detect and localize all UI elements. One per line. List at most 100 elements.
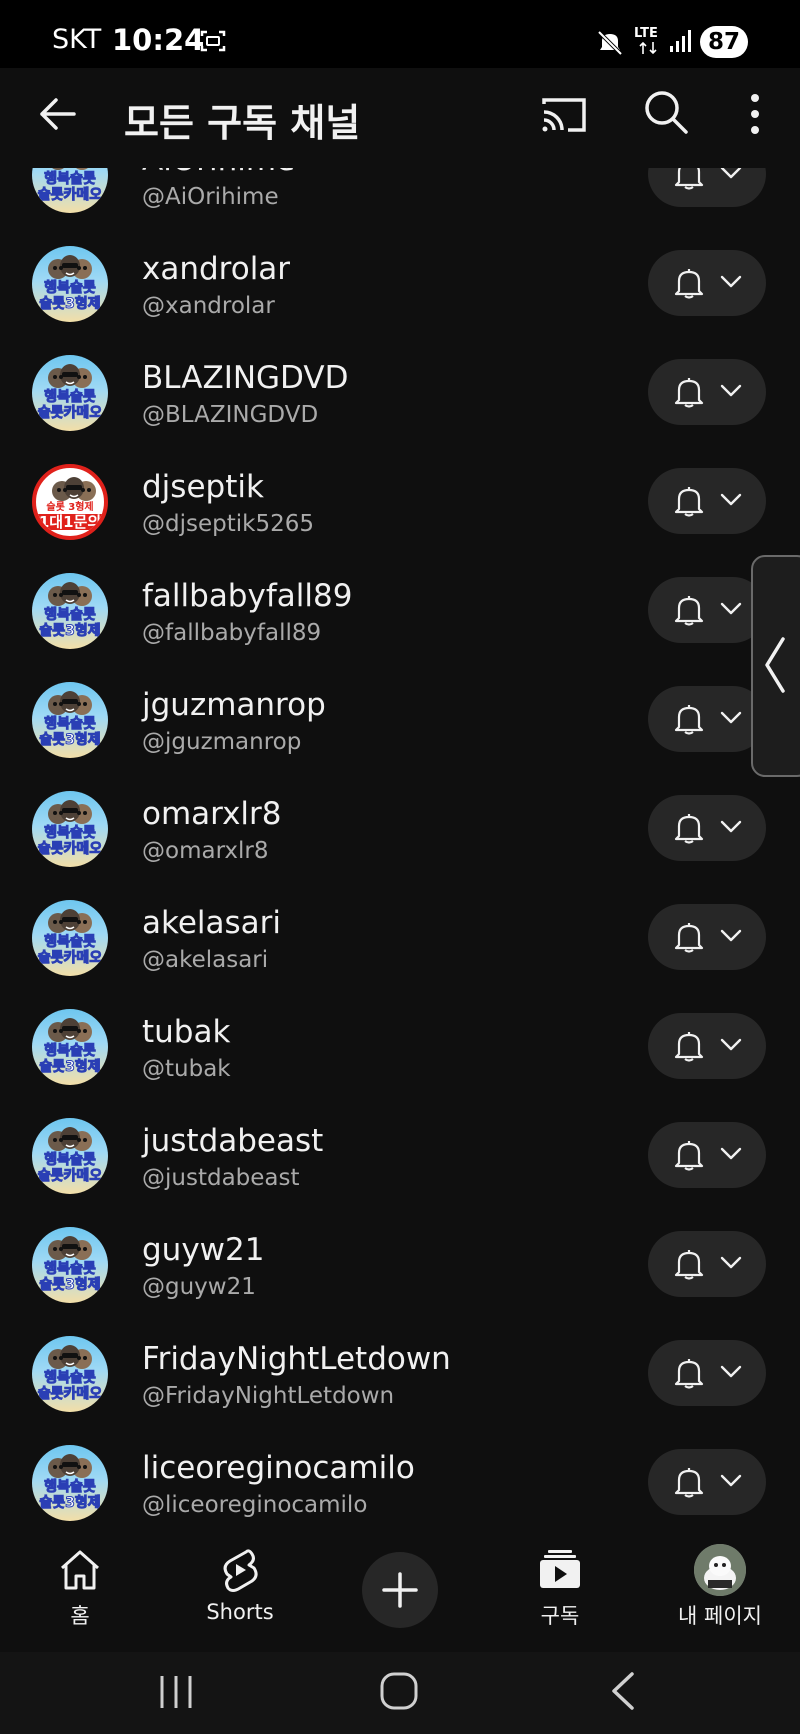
notification-settings-button[interactable] [648,1231,766,1297]
bell-icon [674,1141,704,1171]
back-arrow-icon[interactable] [34,90,82,138]
channel-avatar[interactable]: 행복슬롯 슬롯카메오 [32,355,108,431]
channel-name[interactable]: omarxlr8 [142,796,282,832]
home-button-icon[interactable] [378,1670,420,1712]
chevron-down-icon [720,929,742,942]
chevron-down-icon [720,275,742,288]
notification-settings-button[interactable] [648,1122,766,1188]
notification-settings-button[interactable] [648,250,766,316]
channel-row[interactable]: 행복슬롯 슬롯카메오 justdabeast @justdabeast [0,1101,800,1210]
channel-avatar[interactable]: 행복슬롯 슬롯카메오 [32,1118,108,1194]
avatar-text-top: 행복슬롯 [44,1043,97,1060]
mute-icon [597,30,623,56]
channel-handle: @akelasari [142,947,269,973]
bell-icon [674,1032,704,1062]
chevron-down-icon [720,711,742,724]
channel-avatar[interactable]: 행복슬롯 슬롯3형제 [32,1009,108,1085]
avatar-text-bottom: 슬롯카메오 [37,405,103,422]
avatar-text-bottom: 슬롯3형제 [39,1495,101,1512]
channel-row[interactable]: 행복슬롯 슬롯3형제 jguzmanrop @jguzmanrop [0,665,800,774]
channel-handle: @omarxlr8 [142,838,269,864]
channel-avatar[interactable]: 슬롯 3형제 1대1문의 [32,464,108,540]
chevron-down-icon [720,602,742,615]
channel-name[interactable]: akelasari [142,905,281,941]
chevron-down-icon [720,493,742,506]
avatar-characters-icon [48,800,92,824]
notification-settings-button[interactable] [648,577,766,643]
channel-name[interactable]: BLAZINGDVD [142,360,348,396]
avatar-text-top: 행복슬롯 [44,934,97,951]
channel-row[interactable]: 행복슬롯 슬롯카메오 BLAZINGDVD @BLAZINGDVD [0,338,800,447]
channel-avatar[interactable]: 행복슬롯 슬롯3형제 [32,682,108,758]
data-arrows-icon [639,41,657,55]
subscriptions-icon [540,1550,580,1588]
notification-settings-button[interactable] [648,1449,766,1515]
channel-row[interactable]: 행복슬롯 슬롯3형제 xandrolar @xandrolar [0,229,800,338]
channel-avatar[interactable]: 행복슬롯 슬롯3형제 [32,1227,108,1303]
nav-shorts[interactable]: Shorts [160,1534,320,1652]
channel-row[interactable]: 행복슬롯 슬롯3형제 fallbabyfall89 @fallbabyfall8… [0,556,800,665]
notification-settings-button[interactable] [648,1340,766,1406]
channel-name[interactable]: xandrolar [142,251,290,287]
channel-name[interactable]: fallbabyfall89 [142,578,352,614]
home-icon [61,1550,99,1590]
channel-avatar[interactable]: 행복슬롯 슬롯카메오 [32,791,108,867]
channel-handle: @AiOrihime [142,184,279,210]
channel-name[interactable]: jguzmanrop [142,687,326,723]
channel-row[interactable]: 행복슬롯 슬롯카메오 AiOrihime @AiOrihime [0,168,800,229]
nav-subscriptions[interactable]: 구독 [480,1534,640,1652]
bell-icon [674,487,704,517]
channel-avatar[interactable]: 행복슬롯 슬롯3형제 [32,1445,108,1521]
notification-settings-button[interactable] [648,168,766,207]
edge-panel-handle[interactable] [751,555,800,777]
channel-handle: @justdabeast [142,1165,300,1191]
nav-home[interactable]: 홈 [0,1534,160,1652]
avatar-text-bottom: 슬롯카메오 [37,1386,103,1403]
lte-indicator: LTE [634,26,662,56]
screenshot-icon [200,30,226,52]
channel-name[interactable]: guyw21 [142,1232,264,1268]
channel-name[interactable]: justdabeast [142,1123,323,1159]
channel-name[interactable]: AiOrihime [142,168,295,178]
channel-row[interactable]: 행복슬롯 슬롯3형제 guyw21 @guyw21 [0,1210,800,1319]
notification-settings-button[interactable] [648,904,766,970]
create-button[interactable] [362,1552,438,1628]
notification-settings-button[interactable] [648,359,766,425]
channel-avatar[interactable]: 행복슬롯 슬롯카메오 [32,168,108,213]
nav-you[interactable]: 내 페이지 [640,1534,800,1652]
cast-icon[interactable] [540,90,588,138]
notification-settings-button[interactable] [648,686,766,752]
recent-apps-icon[interactable] [156,1672,196,1712]
avatar-text-top: 행복슬롯 [44,1370,97,1387]
bell-icon [674,1250,704,1280]
channel-row[interactable]: 행복슬롯 슬롯카메오 FridayNightLetdown @FridayNig… [0,1319,800,1428]
channel-list[interactable]: 행복슬롯 슬롯카메오 AiOrihime @AiOrihime [0,168,800,1534]
channel-name[interactable]: FridayNightLetdown [142,1341,451,1377]
notification-settings-button[interactable] [648,795,766,861]
channel-row[interactable]: 슬롯 3형제 1대1문의 djseptik @djseptik5265 [0,447,800,556]
channel-handle: @FridayNightLetdown [142,1383,395,1409]
more-vert-icon[interactable] [740,90,770,138]
notification-settings-button[interactable] [648,1013,766,1079]
channel-avatar[interactable]: 행복슬롯 슬롯3형제 [32,573,108,649]
channel-row[interactable]: 행복슬롯 슬롯3형제 tubak @tubak [0,992,800,1101]
channel-name[interactable]: djseptik [142,469,264,505]
nav-subscriptions-label: 구독 [540,1604,580,1628]
signal-icon [670,30,691,52]
channel-row[interactable]: 행복슬롯 슬롯카메오 omarxlr8 @omarxlr8 [0,774,800,883]
channel-avatar[interactable]: 행복슬롯 슬롯3형제 [32,246,108,322]
channel-row[interactable]: 행복슬롯 슬롯카메오 akelasari @akelasari [0,883,800,992]
search-icon[interactable] [642,88,690,136]
channel-name[interactable]: liceoreginocamilo [142,1450,415,1486]
avatar-characters-icon [48,909,92,933]
channel-avatar[interactable]: 행복슬롯 슬롯카메오 [32,1336,108,1412]
channel-avatar[interactable]: 행복슬롯 슬롯카메오 [32,900,108,976]
channel-name[interactable]: tubak [142,1014,230,1050]
bell-icon [674,1359,704,1389]
chevron-down-icon [720,1147,742,1160]
channel-row[interactable]: 행복슬롯 슬롯3형제 liceoreginocamilo @liceoregin… [0,1428,800,1534]
system-back-icon[interactable] [606,1670,640,1712]
notification-settings-button[interactable] [648,468,766,534]
avatar-characters-icon [48,364,92,388]
bell-icon [674,1468,704,1498]
